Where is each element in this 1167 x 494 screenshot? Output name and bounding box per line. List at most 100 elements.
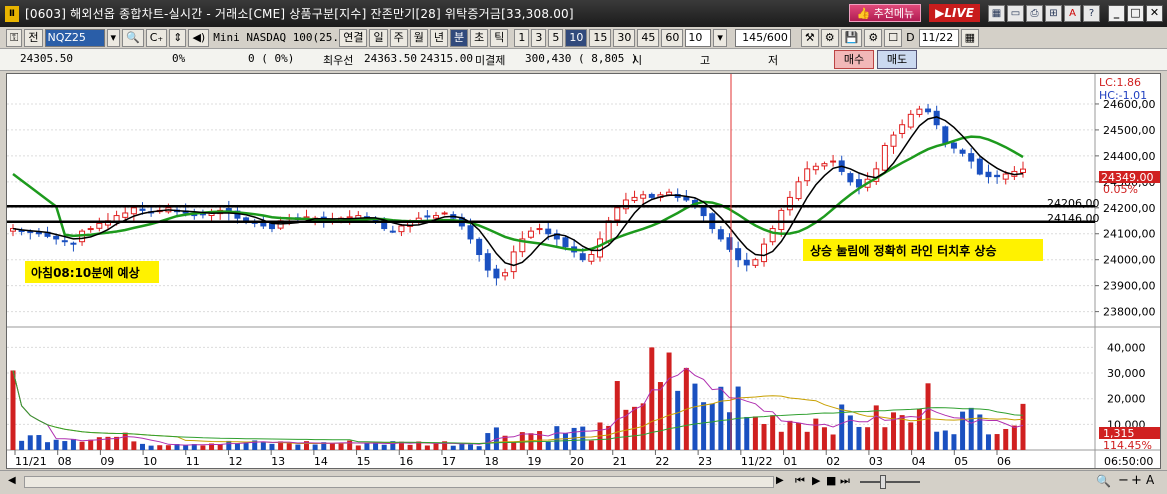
interval-45[interactable]: 45 [637, 28, 660, 47]
play-button[interactable]: ▶ [812, 474, 820, 487]
last-button[interactable]: ⏭ [840, 474, 850, 488]
sell-button[interactable]: 매도 [877, 50, 917, 69]
candle-body [795, 181, 802, 200]
scroll-right-button[interactable]: ▶ [776, 475, 790, 489]
candle-body [743, 259, 750, 266]
stepper-icon[interactable]: ⇕ [169, 28, 187, 47]
layout-icon[interactable]: ▦ [988, 4, 1005, 22]
volume-bar [545, 441, 551, 450]
calendar-icon[interactable]: ▦ [960, 28, 979, 47]
chart-area[interactable]: 23800,00 23900,00 24000,00 24100,00 24200,00… [6, 73, 1161, 469]
zoom-plus-button[interactable]: + [1131, 473, 1142, 488]
time-tick-label: 08 [58, 455, 72, 468]
zoom-out-icon[interactable]: 🔍 [1096, 474, 1111, 488]
zoom-slider[interactable] [860, 481, 920, 483]
volume-bar [269, 443, 275, 450]
volume-bar [891, 412, 897, 450]
volume-tick-label: 30,000 [1107, 367, 1146, 380]
candle-body [87, 228, 94, 231]
time-tick-label: 21 [613, 455, 627, 468]
lock-icon[interactable]: ⚿ [6, 28, 23, 47]
time-tick-label: 04 [912, 455, 926, 468]
symbol-input[interactable]: NQZ25 [44, 28, 105, 47]
interval-15[interactable]: 15 [589, 28, 612, 47]
period-week[interactable]: 주 [389, 28, 408, 47]
interval-5[interactable]: 5 [548, 28, 564, 47]
symbol-dropdown-icon[interactable]: ▾ [106, 28, 121, 47]
volume-bar [338, 443, 344, 450]
print-icon[interactable]: ⎙ [1026, 4, 1043, 22]
volume-bar [554, 426, 560, 450]
compare-icon[interactable]: C₊ [145, 28, 168, 47]
quote-price: 24305.50 [20, 52, 73, 65]
close-button[interactable]: ✕ [1146, 4, 1163, 22]
time-tick-label: 17 [442, 455, 456, 468]
save-icon[interactable]: 💾 [840, 28, 863, 47]
period-day[interactable]: 일 [369, 28, 388, 47]
volume-bar [942, 430, 948, 450]
period-minute[interactable]: 분 [449, 28, 469, 47]
excel-icon[interactable]: ⊞ [1045, 4, 1062, 22]
sound-icon[interactable]: ◀) [188, 28, 210, 47]
candle-body [424, 215, 431, 218]
interval-30[interactable]: 30 [613, 28, 636, 47]
candle-body [769, 228, 776, 243]
prev-button[interactable]: 전 [24, 28, 43, 47]
count-display[interactable]: 145/600 [734, 28, 791, 47]
interval-1[interactable]: 1 [514, 28, 530, 47]
live-button[interactable]: ▶LIVE [929, 4, 980, 22]
volume-bar [511, 441, 517, 450]
first-button[interactable]: ⏮ [795, 474, 805, 488]
volume-bar [27, 435, 33, 450]
candle-body [527, 230, 534, 238]
candle-body [847, 173, 854, 183]
scrollbar-track[interactable] [24, 476, 774, 488]
buy-button[interactable]: 매수 [834, 50, 874, 69]
link-button[interactable]: 연결 [339, 28, 368, 47]
price-tick-label: 23900,00 [1103, 280, 1156, 293]
font-size-icon[interactable]: A [1146, 473, 1154, 487]
volume-bar [821, 427, 827, 450]
candle-body [925, 108, 932, 113]
period-tick[interactable]: 틱 [490, 28, 509, 47]
candle-body [976, 158, 983, 175]
scroll-left-button[interactable]: ◀ [8, 475, 22, 489]
zoom-minus-button[interactable]: − [1118, 473, 1129, 488]
settings-icon[interactable]: ⚙ [820, 28, 839, 47]
volume-bar [295, 444, 301, 450]
candle-body [821, 163, 828, 167]
period-month[interactable]: 월 [409, 28, 428, 47]
search-icon[interactable]: 🔍 [122, 28, 144, 47]
period-second[interactable]: 초 [470, 28, 489, 47]
font-icon[interactable]: A [1064, 4, 1081, 22]
gear-icon[interactable]: ⚙ [864, 28, 883, 47]
volume-bar [329, 443, 335, 450]
window-icon[interactable]: ▭ [1007, 4, 1024, 22]
tools-icon[interactable]: ⚒ [800, 28, 819, 47]
zoom-slider-handle[interactable] [880, 475, 886, 489]
interval-60[interactable]: 60 [661, 28, 684, 47]
date-checkbox[interactable]: ☐ [884, 28, 903, 47]
candle-body [493, 268, 500, 279]
candle-body [899, 124, 906, 134]
interval-dropdown-icon[interactable]: ▾ [713, 28, 727, 47]
stop-button[interactable]: ■ [826, 474, 836, 487]
volume-bar [243, 442, 249, 450]
candlestick-chart[interactable]: 23800,00 23900,00 24000,00 24100,00 24200,00… [7, 74, 1160, 468]
recommended-menu-button[interactable]: 👍 추천메뉴 [849, 4, 922, 22]
maximize-button[interactable]: □ [1127, 4, 1144, 22]
interval-select[interactable]: 10 [685, 28, 712, 47]
best-bid: 24363.50 [364, 52, 417, 65]
time-tick-label: 06 [997, 455, 1011, 468]
interval-10[interactable]: 10 [565, 28, 588, 47]
help-icon[interactable]: ? [1083, 4, 1100, 22]
period-year[interactable]: 년 [429, 28, 448, 47]
candle-body [778, 209, 785, 230]
date-input[interactable]: 11/22 [918, 28, 959, 47]
best-ask: 24315.00 [420, 52, 473, 65]
volume-bar [355, 445, 361, 450]
minimize-button[interactable]: _ [1108, 4, 1125, 22]
volume-bar [830, 434, 836, 450]
candle-body [804, 168, 811, 182]
interval-3[interactable]: 3 [531, 28, 547, 47]
